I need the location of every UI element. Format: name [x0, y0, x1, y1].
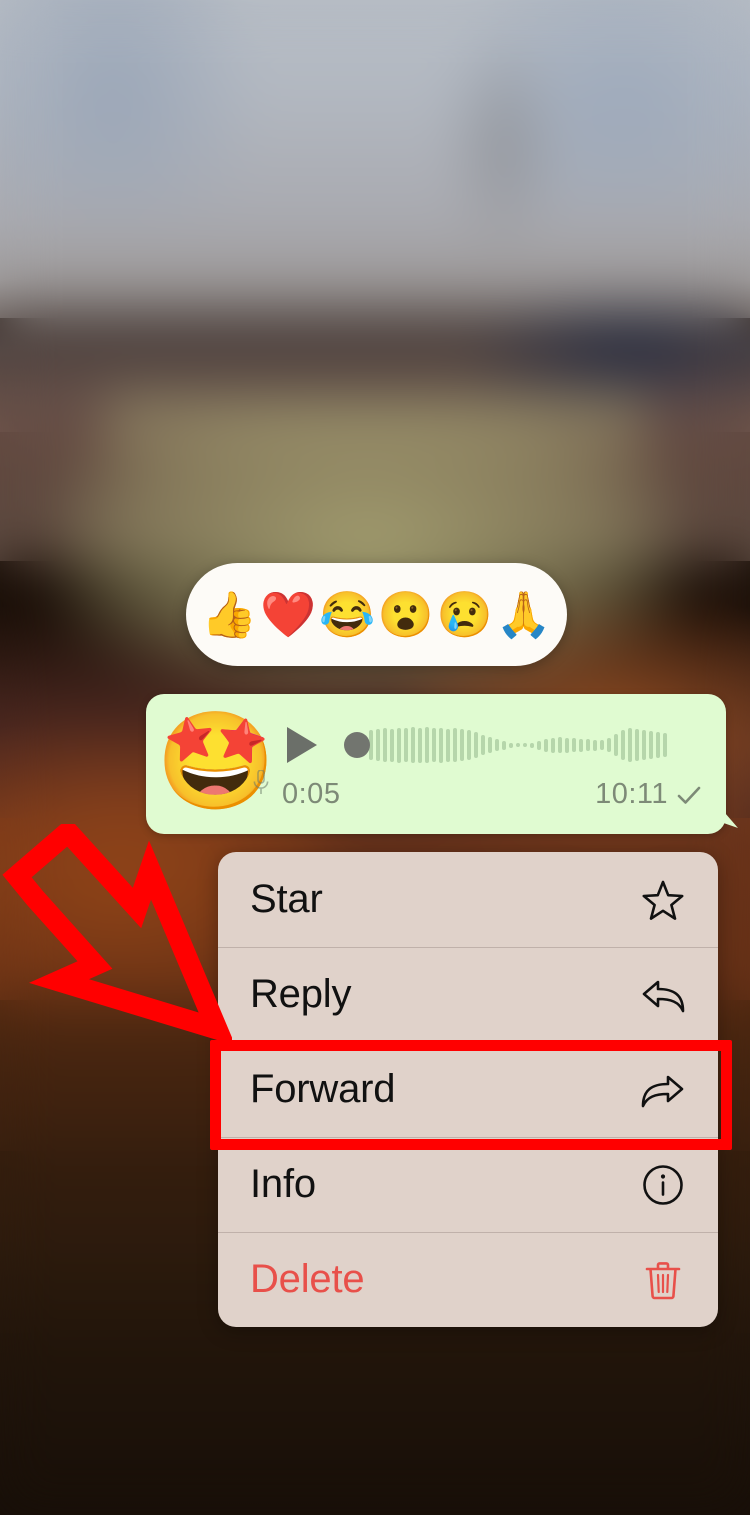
menu-item-label: Star: [250, 877, 323, 921]
menu-item-label: Info: [250, 1162, 316, 1206]
menu-item-reply[interactable]: Reply: [218, 947, 718, 1042]
star-outline-icon: [642, 880, 684, 920]
reaction-crying-face[interactable]: 😢: [437, 589, 493, 641]
menu-item-label: Reply: [250, 972, 352, 1016]
play-button[interactable]: [282, 724, 322, 766]
play-icon: [287, 727, 317, 763]
reaction-face-with-open-mouth[interactable]: 😮: [378, 589, 434, 641]
microphone-icon: [253, 770, 269, 794]
menu-item-label: Forward: [250, 1067, 396, 1111]
reaction-thumbs-up[interactable]: 👍: [201, 589, 257, 641]
reaction-folded-hands[interactable]: 🙏: [496, 589, 552, 641]
info-circle-icon: [640, 1162, 686, 1208]
menu-item-info[interactable]: Info: [218, 1137, 718, 1232]
trash-icon: [640, 1257, 686, 1303]
waveform-scrubber[interactable]: [344, 732, 370, 758]
waveform[interactable]: [344, 723, 706, 767]
message-timestamp: 10:11: [595, 778, 668, 810]
reaction-red-heart[interactable]: ❤️: [260, 589, 316, 641]
reaction-bar[interactable]: 👍 ❤️ 😂 😮 😢 🙏: [186, 563, 567, 666]
menu-item-label: Delete: [250, 1257, 365, 1301]
reply-arrow-icon: [640, 972, 686, 1018]
single-check-icon: [676, 784, 702, 806]
reply-arrow-icon: [642, 980, 685, 1012]
info-circle-icon: [643, 1164, 683, 1205]
waveform-bars: [344, 725, 706, 765]
voice-message-bubble[interactable]: 🤩 0:05 10:11: [146, 694, 738, 834]
message-context-menu[interactable]: Star Reply Forward Info Delete: [218, 852, 718, 1327]
menu-item-delete[interactable]: Delete: [218, 1232, 718, 1327]
forward-arrow-icon: [640, 1067, 686, 1113]
reaction-face-with-tears-of-joy[interactable]: 😂: [319, 589, 375, 641]
star-outline-icon: [640, 877, 686, 923]
menu-item-star[interactable]: Star: [218, 852, 718, 947]
avatar: 🤩: [156, 710, 276, 814]
forward-arrow-icon: [641, 1075, 684, 1107]
trash-icon: [645, 1261, 681, 1299]
voice-duration: 0:05: [282, 778, 341, 810]
menu-item-forward[interactable]: Forward: [218, 1042, 718, 1137]
